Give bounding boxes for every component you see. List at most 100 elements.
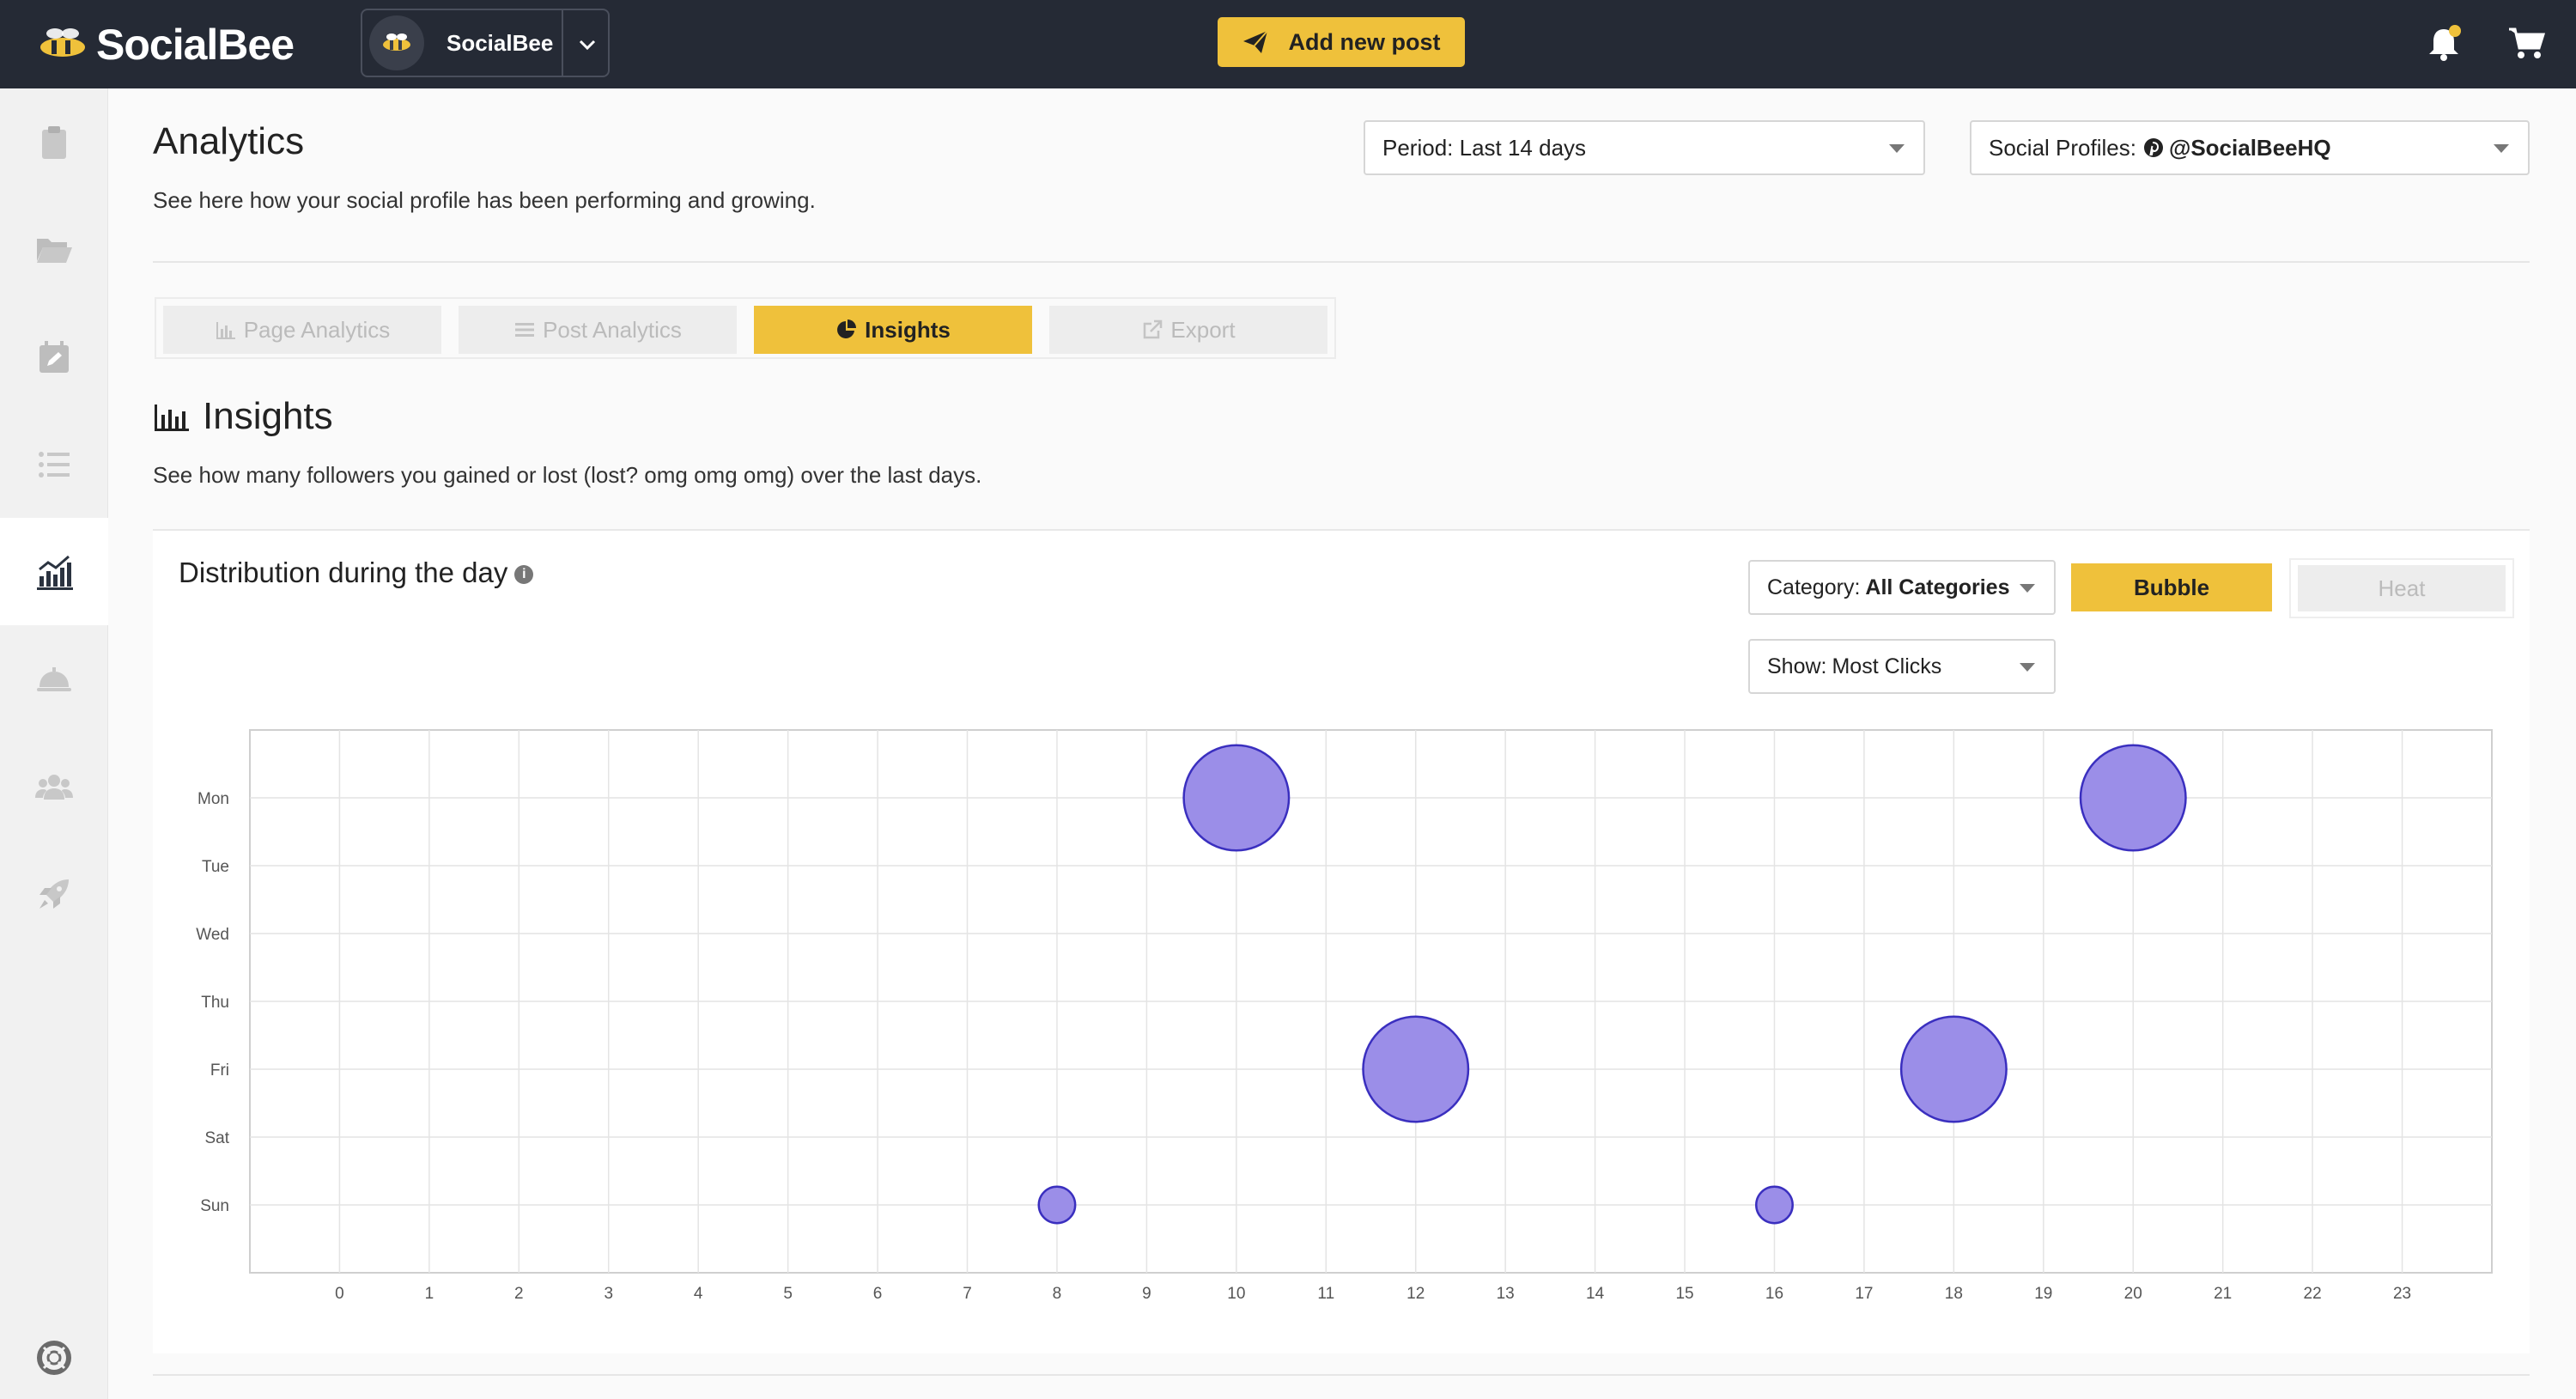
add-new-post-button[interactable]: Add new post [1218, 17, 1465, 67]
paper-plane-icon [1242, 30, 1268, 53]
x-tick-label: 10 [1227, 1285, 1245, 1303]
distribution-title-text: Distribution during the day [179, 557, 508, 588]
y-tick-label: Tue [202, 858, 229, 876]
sidebar-item-analytics[interactable] [0, 518, 108, 625]
analytics-chart-icon [37, 555, 73, 590]
x-tick-label: 5 [783, 1285, 793, 1303]
account-divider [562, 10, 563, 76]
x-tick-label: 12 [1406, 1285, 1425, 1303]
x-tick-label: 19 [2034, 1285, 2052, 1303]
category-prefix: Category: [1767, 575, 1861, 599]
bubble-point [1899, 1015, 2008, 1123]
sidebar-item-content[interactable] [0, 88, 108, 196]
bubble-view-label: Bubble [2133, 574, 2210, 600]
y-tick-label: Sun [200, 1197, 229, 1215]
x-tick-label: 15 [1675, 1285, 1693, 1303]
y-tick-label: Fri [210, 1061, 229, 1080]
show-prefix: Show: [1767, 654, 1827, 678]
x-tick-label: 22 [2304, 1285, 2322, 1303]
lines-icon [515, 323, 535, 337]
bubble-point [1362, 1015, 1470, 1123]
insights-title: Insights [153, 395, 333, 438]
analytics-tabs: Page Analytics Post Analytics Insights E… [155, 297, 1336, 359]
distribution-bubble-chart: MonTueWedThuFriSatSun0 1 2 3 4 5 6 7 8 9 10 11 12 13 1… [196, 729, 2493, 1303]
sidebar-item-concierge[interactable] [0, 625, 108, 733]
x-tick-label: 6 [873, 1285, 883, 1303]
external-link-icon [1144, 319, 1163, 339]
bubble-point [1755, 1185, 1794, 1225]
notifications-bell-icon[interactable] [2427, 24, 2461, 62]
folder-open-icon [37, 238, 72, 263]
rocket-icon [39, 879, 69, 909]
social-profiles-prefix: Social Profiles: [1989, 134, 2136, 161]
chevron-down-icon[interactable] [579, 40, 596, 50]
shopping-cart-icon[interactable] [2507, 26, 2545, 60]
bubble-point [1182, 744, 1291, 852]
concierge-bell-icon [37, 666, 71, 691]
x-tick-label: 8 [1053, 1285, 1062, 1303]
heat-view-button[interactable]: Heat [2298, 565, 2506, 611]
info-icon[interactable]: i [514, 565, 534, 584]
insights-title-text: Insights [203, 395, 333, 437]
x-tick-label: 13 [1497, 1285, 1515, 1303]
top-bar: SocialBee SocialBee Add new post [0, 0, 2576, 88]
sidebar-item-help[interactable] [0, 1317, 108, 1399]
show-value: Most Clicks [1832, 654, 1942, 678]
x-tick-label: 1 [425, 1285, 434, 1303]
tab-page-analytics[interactable]: Page Analytics [163, 306, 441, 354]
show-select[interactable]: Show: Most Clicks [1748, 639, 2056, 694]
x-tick-label: 3 [604, 1285, 613, 1303]
sidebar-item-launch[interactable] [0, 840, 108, 947]
category-select[interactable]: Category: All Categories [1748, 560, 2056, 615]
x-tick-label: 17 [1855, 1285, 1873, 1303]
sidebar-item-team[interactable] [0, 733, 108, 840]
bee-avatar-icon [383, 33, 410, 51]
brand-logo[interactable]: SocialBee [36, 19, 295, 70]
bottom-divider [153, 1374, 2530, 1376]
brand-name: SocialBee [96, 21, 295, 69]
sidebar [0, 88, 108, 1399]
insights-subtitle: See how many followers you gained or los… [153, 462, 982, 488]
tab-insights-label: Insights [865, 316, 951, 343]
x-tick-label: 7 [963, 1285, 972, 1303]
add-new-post-label: Add new post [1288, 28, 1441, 55]
bubble-point [1037, 1185, 1077, 1225]
social-profiles-select[interactable]: Social Profiles: @SocialBeeHQ [1970, 120, 2530, 175]
distribution-title: Distribution during the day i [179, 557, 534, 589]
y-tick-label: Sat [204, 1129, 229, 1147]
clipboard-icon [42, 125, 66, 159]
sidebar-item-schedule[interactable] [0, 303, 108, 411]
x-tick-label: 20 [2124, 1285, 2142, 1303]
page-subtitle: See here how your social profile has bee… [153, 187, 816, 213]
x-tick-label: 23 [2393, 1285, 2411, 1303]
page-title: Analytics [153, 120, 305, 162]
category-value: All Categories [1865, 575, 2010, 599]
sidebar-item-categories[interactable] [0, 196, 108, 303]
social-profiles-value: @SocialBeeHQ [2168, 134, 2331, 161]
account-switcher[interactable]: SocialBee [361, 9, 610, 77]
heat-view-label: Heat [2378, 575, 2426, 601]
tab-post-analytics[interactable]: Post Analytics [459, 306, 737, 354]
period-select[interactable]: Period: Last 14 days [1364, 120, 1925, 175]
sidebar-item-queue[interactable] [0, 411, 108, 518]
x-tick-label: 4 [694, 1285, 703, 1303]
bee-logo-icon [40, 28, 85, 57]
x-tick-label: 2 [514, 1285, 524, 1303]
lifebuoy-icon [37, 1341, 71, 1375]
tab-insights[interactable]: Insights [754, 306, 1032, 354]
calendar-edit-icon [39, 340, 69, 373]
bubble-point [2079, 744, 2187, 852]
caret-down-icon [2020, 584, 2035, 593]
account-name: SocialBee [447, 29, 554, 56]
y-tick-label: Mon [197, 790, 229, 808]
x-tick-label: 21 [2214, 1285, 2232, 1303]
bubble-view-button[interactable]: Bubble [2071, 563, 2272, 611]
bar-chart-icon [216, 322, 235, 339]
users-group-icon [35, 774, 73, 800]
caret-down-icon [1889, 144, 1905, 153]
tab-export[interactable]: Export [1049, 306, 1327, 354]
x-tick-label: 9 [1142, 1285, 1151, 1303]
x-tick-label: 18 [1945, 1285, 1963, 1303]
caret-down-icon [2494, 144, 2509, 153]
tab-export-label: Export [1170, 316, 1236, 343]
